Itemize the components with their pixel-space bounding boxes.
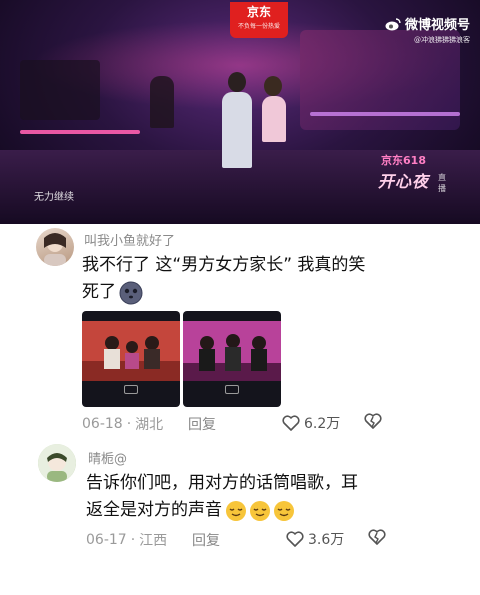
broken-heart-icon: [364, 413, 382, 429]
comment-image-2-tag-icon: [225, 385, 239, 394]
comment-text-line-1: 告诉你们吧，用对方的话筒唱歌，耳: [86, 473, 358, 493]
show-logo-line3: 直播: [438, 173, 446, 193]
comment-image-1[interactable]: [82, 311, 180, 407]
performer-female-head: [264, 76, 282, 96]
comment-text-line-2-row: 返全是对方的声音: [86, 497, 466, 524]
comment-image-2[interactable]: [183, 311, 281, 407]
avatar-portrait-icon: [44, 233, 66, 266]
avatar[interactable]: [36, 228, 74, 266]
stage-light-left: [20, 130, 140, 134]
comment-text: 我不行了 这“男方女方家长” 我真的笑 死了: [82, 252, 462, 306]
brand-badge-subtitle: 不负每一份热爱: [237, 23, 280, 30]
jd-brand-badge: 京东 不负每一份热爱: [230, 2, 288, 38]
comment-meta: 06-18 · 湖北: [82, 414, 163, 434]
dislike-button[interactable]: [368, 529, 386, 545]
like-count: 3.6万: [308, 532, 345, 548]
comment-text-line-1: 我不行了 这“男方女方家长” 我真的笑: [82, 255, 366, 275]
meta-separator: ·: [126, 416, 132, 432]
performer-male-head: [228, 72, 246, 92]
comment-text-line-2: 返全是对方的声音: [86, 500, 222, 520]
heart-icon: [282, 415, 300, 431]
comment-text-line-2: 死了: [82, 282, 116, 302]
performer-female: [262, 96, 286, 142]
stage-light-right: [310, 112, 460, 116]
meta-separator: ·: [130, 532, 136, 548]
avatar[interactable]: [38, 444, 76, 482]
dislike-button[interactable]: [364, 413, 382, 429]
avatar-cartoon-icon: [38, 444, 76, 482]
platform-name: 微博视频号: [404, 18, 470, 33]
heart-icon: [286, 531, 304, 547]
background-person: [150, 76, 174, 128]
comment-location: 湖北: [135, 417, 164, 433]
comment-item: 晴栀@ 告诉你们吧，用对方的话筒唱歌，耳 返全是对方的声音 06-17 · 江西…: [0, 438, 480, 595]
brand-badge-title: 京东: [246, 5, 271, 19]
comment-username[interactable]: 晴栀@: [88, 448, 127, 467]
comment-meta: 06-17 · 江西: [86, 530, 167, 550]
comment-text: 告诉你们吧，用对方的话筒唱歌，耳 返全是对方的声音: [86, 470, 466, 524]
video-caption: 无力继续: [34, 192, 74, 203]
comment-date: 06-17: [86, 532, 127, 548]
comment-item: 叫我小鱼就好了 我不行了 这“男方女方家长” 我真的笑 死了 06-18 · 湖…: [0, 224, 480, 438]
like-button[interactable]: 3.6万: [286, 529, 344, 549]
show-logo-line2: 开心夜: [378, 172, 430, 191]
ghost-face-emoji-icon: [119, 281, 143, 304]
relieved-face-emoji-icon: [250, 500, 270, 521]
broken-heart-icon: [368, 529, 386, 545]
comment-date: 06-18: [82, 416, 123, 432]
comment-username[interactable]: 叫我小鱼就好了: [84, 230, 175, 249]
performer-male: [222, 92, 252, 168]
comment-text-line-2-row: 死了: [82, 279, 462, 306]
comment-image-1-tag-icon: [124, 385, 138, 394]
weibo-icon: [385, 17, 401, 30]
show-logo-line1: 京东618: [381, 154, 426, 167]
comment-image-2-picture: [183, 321, 281, 381]
video-frame[interactable]: 京东 不负每一份热爱 微博视频号 @冲浪狒狒狒浪客 无力继续 京东618 开心夜…: [0, 0, 480, 224]
relieved-face-emoji-icon: [274, 500, 294, 521]
reply-button[interactable]: 回复: [188, 414, 216, 434]
platform-handle: @冲浪狒狒狒浪客: [414, 36, 470, 44]
show-logo: 京东618 开心夜 直播: [378, 152, 446, 193]
reply-button[interactable]: 回复: [192, 530, 220, 550]
comment-image-1-picture: [82, 321, 180, 381]
relieved-face-emoji-icon: [226, 500, 246, 521]
like-button[interactable]: 6.2万: [282, 413, 340, 433]
like-count: 6.2万: [304, 416, 341, 432]
stage-set-left: [20, 60, 100, 120]
comment-location: 江西: [139, 533, 168, 549]
weibo-video-watermark: 微博视频号 @冲浪狒狒狒浪客: [385, 14, 470, 45]
